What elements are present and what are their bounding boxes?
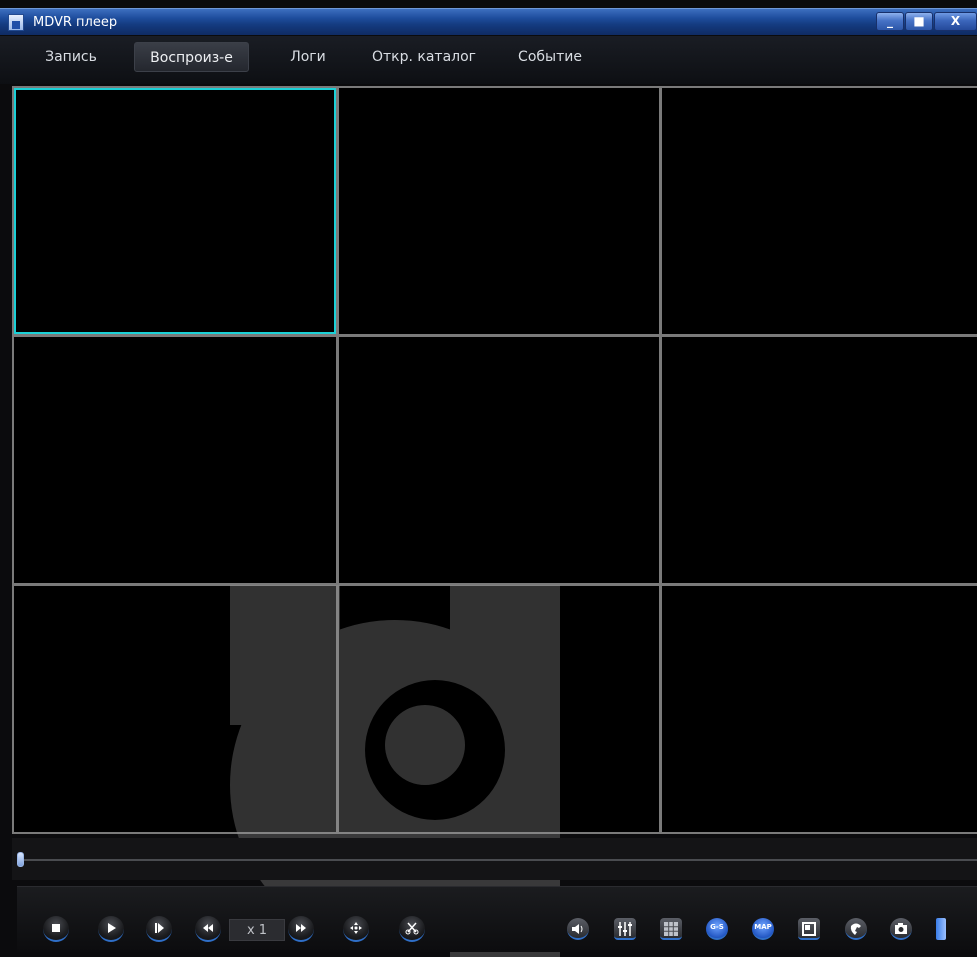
minimize-button[interactable]: _ [876, 12, 904, 31]
map-icon[interactable]: MAP [752, 918, 774, 940]
stop-icon[interactable] [43, 916, 69, 942]
menu-item-open-folder[interactable]: Откр. каталог [364, 42, 484, 72]
speed-indicator: x 1 [229, 919, 285, 941]
menu-item-record[interactable]: Запись [38, 42, 104, 72]
equalizer-icon[interactable] [614, 918, 636, 940]
menu-item-logs[interactable]: Логи [283, 42, 333, 72]
rewind-icon[interactable] [195, 916, 221, 942]
video-grid [12, 86, 977, 834]
maximize-button[interactable]: ■ [905, 12, 933, 31]
video-cell[interactable] [662, 337, 977, 583]
volume-icon[interactable] [567, 918, 589, 940]
snapshot-icon[interactable] [890, 918, 912, 940]
gps-icon[interactable]: G-S [706, 918, 728, 940]
cut-icon[interactable] [399, 916, 425, 942]
video-cell[interactable] [662, 586, 977, 832]
menu-bar: Запись Воспроиз-е Логи Откр. каталог Соб… [0, 36, 977, 84]
menu-item-playback[interactable]: Воспроиз-е [134, 42, 249, 72]
storage-icon[interactable] [936, 918, 946, 940]
video-cell[interactable] [14, 337, 336, 583]
fast-forward-icon[interactable] [288, 916, 314, 942]
phone-icon[interactable] [845, 918, 867, 940]
playback-toolbar: x 1 G-S MAP [17, 886, 977, 952]
video-cell[interactable] [14, 586, 336, 832]
video-cell[interactable] [339, 586, 659, 832]
video-cell[interactable] [662, 88, 977, 334]
ptz-icon[interactable] [343, 916, 369, 942]
video-cell[interactable] [339, 88, 659, 334]
video-cell[interactable] [14, 88, 336, 334]
video-cell[interactable] [339, 337, 659, 583]
play-icon[interactable] [98, 916, 124, 942]
app-logo-icon [8, 14, 24, 31]
window-title: MDVR плеер [33, 15, 118, 30]
timeline-thumb[interactable] [17, 852, 24, 867]
timeline-slider[interactable] [12, 838, 977, 880]
close-button[interactable]: X [934, 12, 977, 31]
timeline-track [20, 859, 977, 861]
app-window: MDVR плеер _ ■ X Запись Воспроиз-е Логи … [0, 0, 977, 957]
title-bar[interactable]: MDVR плеер _ ■ X [0, 8, 977, 35]
menu-item-event[interactable]: Событие [508, 42, 592, 72]
layout-grid-icon[interactable] [660, 918, 682, 940]
frame-step-icon[interactable] [146, 916, 172, 942]
window-icon[interactable] [798, 918, 820, 940]
